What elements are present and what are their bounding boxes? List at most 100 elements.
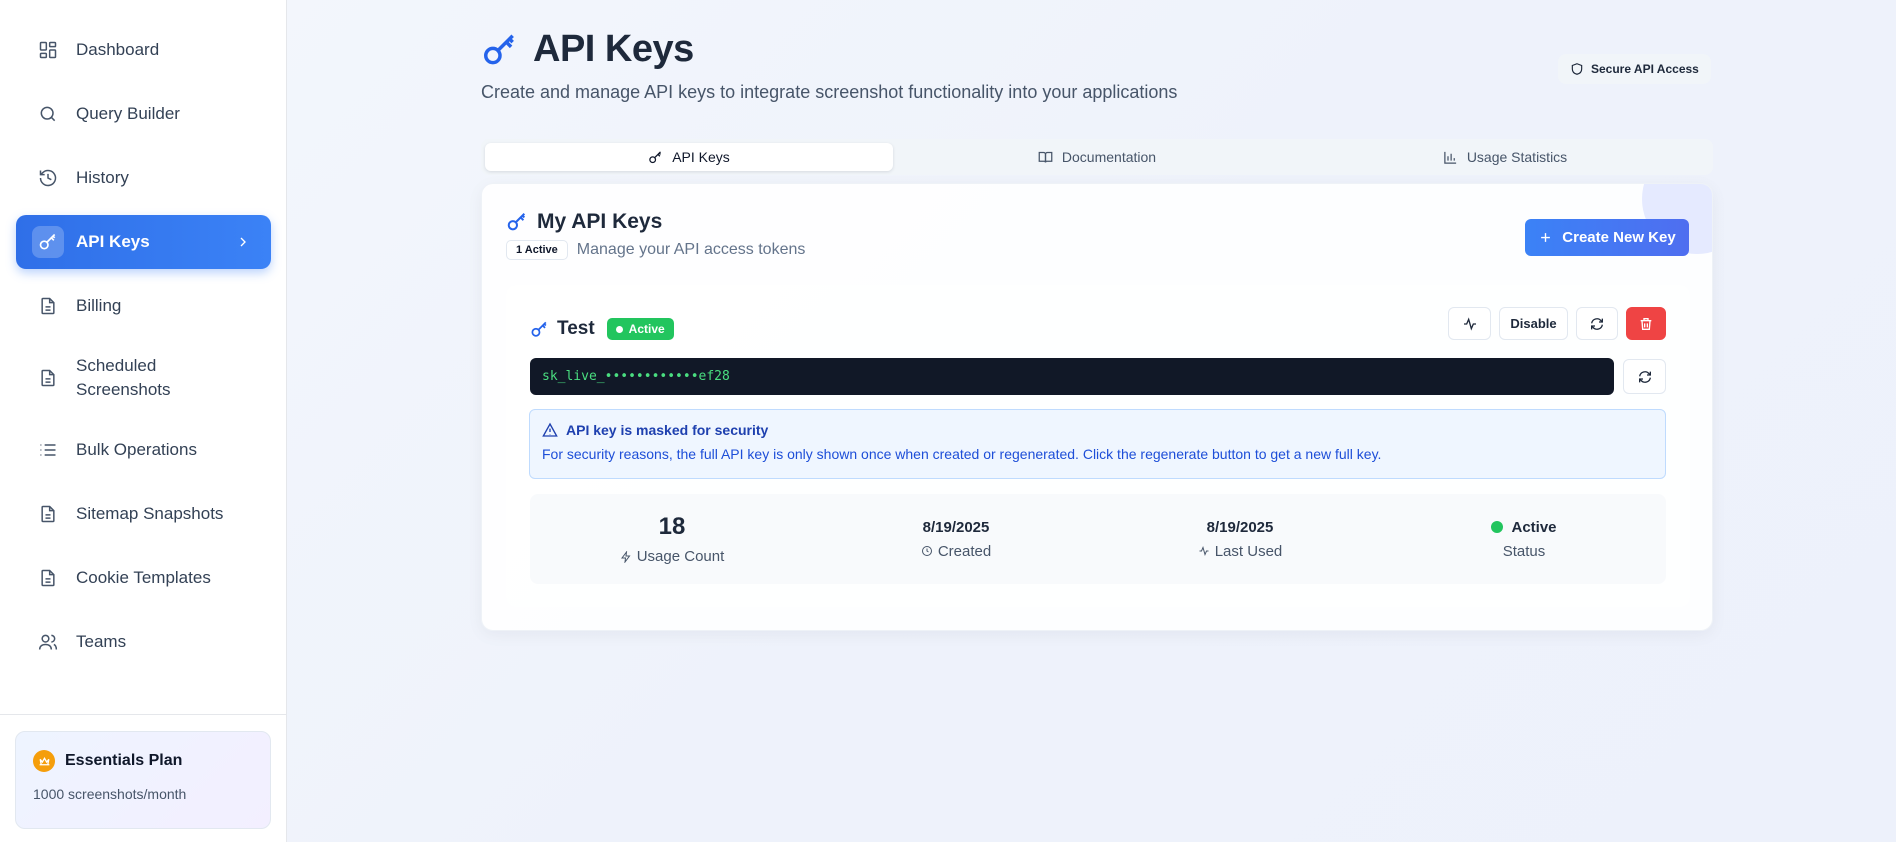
alert-title-text: API key is masked for security — [566, 422, 769, 438]
sidebar-item-scheduled-screenshots[interactable]: Scheduled Screenshots — [16, 346, 271, 410]
delete-key-button[interactable] — [1626, 307, 1666, 340]
sidebar-item-query-builder[interactable]: Query Builder — [16, 87, 271, 141]
plan-card[interactable]: Essentials Plan 1000 screenshots/month — [15, 731, 271, 829]
stat-usage-count: 18 Usage Count — [530, 494, 814, 584]
create-new-key-button[interactable]: Create New Key — [1525, 219, 1689, 256]
api-keys-card: My API Keys 1 Active Manage your API acc… — [481, 183, 1713, 631]
card-title: My API Keys — [537, 210, 663, 233]
sidebar-item-label: API Keys — [76, 232, 150, 251]
plan-quota: 1000 screenshots/month — [33, 786, 187, 802]
stat-last-used: 8/19/2025 Last Used — [1098, 494, 1382, 584]
stat-label-row: Created — [921, 543, 991, 560]
sidebar-item-sitemap-snapshots[interactable]: Sitemap Snapshots — [16, 487, 271, 541]
search-icon — [40, 106, 56, 122]
trash-icon — [1640, 317, 1652, 330]
key-icon — [507, 213, 526, 231]
stat-status: Active Status — [1382, 494, 1666, 584]
stat-label: Status — [1502, 542, 1546, 560]
document-icon — [41, 505, 55, 523]
stat-label: Last Used — [1214, 542, 1283, 560]
stat-value: 8/19/2025 — [1206, 518, 1274, 536]
tab-label: Usage Statistics — [1466, 149, 1568, 165]
users-icon — [38, 634, 58, 650]
key-header: Test Active — [530, 318, 674, 340]
sidebar-item-history[interactable]: History — [16, 151, 271, 205]
key-icon-wrap — [32, 226, 64, 258]
status-badge-label: Active — [628, 322, 665, 336]
status-badge: Active — [606, 318, 674, 340]
card-subtitle: Manage your API access tokens — [576, 241, 806, 258]
warning-icon — [542, 422, 558, 437]
page-header: API Keys — [481, 28, 694, 71]
sidebar-item-dashboard[interactable]: Dashboard — [16, 23, 271, 77]
masked-key-alert: API key is masked for security For secur… — [529, 409, 1666, 479]
sidebar-item-label: Scheduled Screenshots — [76, 356, 171, 399]
api-key-value[interactable]: sk_live_••••••••••••ef28 — [530, 358, 1614, 395]
document-icon — [41, 369, 55, 387]
crown-icon — [33, 750, 55, 772]
refresh-icon — [1638, 370, 1651, 383]
key-stats: 18 Usage Count 8/19/2025 Created 8/19/20… — [530, 494, 1666, 584]
key-icon — [39, 233, 56, 250]
book-icon — [1038, 151, 1053, 163]
status-dot — [615, 325, 623, 333]
sidebar-item-label: Cookie Templates — [76, 568, 211, 587]
page-title: API Keys — [533, 28, 694, 70]
refresh-icon — [1591, 317, 1603, 330]
page-subtitle: Create and manage API keys to integrate … — [481, 82, 1178, 102]
card-header: My API Keys — [506, 210, 662, 234]
stat-created: 8/19/2025 Created — [814, 494, 1098, 584]
sidebar-item-label: Sitemap Snapshots — [76, 504, 224, 523]
secure-api-badge-label: Secure API Access — [1591, 62, 1699, 76]
bar-chart-icon — [1444, 151, 1456, 164]
stat-label-row: Usage Count — [620, 548, 724, 565]
sidebar-item-billing[interactable]: Billing — [16, 279, 271, 333]
create-new-key-label: Create New Key — [1562, 229, 1676, 246]
tab-label: Documentation — [1061, 149, 1157, 165]
disable-button[interactable]: Disable — [1499, 307, 1568, 340]
alert-title: API key is masked for security — [542, 422, 1653, 438]
tab-documentation[interactable]: Documentation — [893, 143, 1301, 171]
tab-usage-statistics[interactable]: Usage Statistics — [1301, 143, 1709, 171]
stat-value: 18 — [658, 513, 686, 540]
rotate-key-button[interactable] — [1576, 307, 1618, 340]
stat-value: Active — [1511, 518, 1557, 536]
document-icon — [41, 569, 55, 587]
stat-label: Created — [937, 542, 992, 560]
alert-body: For security reasons, the full API key i… — [542, 446, 1382, 462]
tab-api-keys[interactable]: API Keys — [485, 143, 893, 171]
sidebar-item-label: Query Builder — [76, 104, 180, 123]
sidebar-item-teams[interactable]: Teams — [16, 615, 271, 669]
list-icon — [40, 444, 56, 456]
activity-button[interactable] — [1448, 307, 1491, 340]
clock-icon — [921, 546, 932, 556]
sidebar-item-cookie-templates[interactable]: Cookie Templates — [16, 551, 271, 605]
activity-icon — [1463, 316, 1476, 331]
plan-name: Essentials Plan — [65, 752, 183, 769]
sidebar-item-label: Dashboard — [76, 40, 160, 59]
tab-label: API Keys — [672, 149, 730, 165]
sidebar-item-label: History — [76, 168, 129, 187]
key-icon — [484, 34, 514, 64]
card-subheader: 1 Active Manage your API access tokens — [506, 240, 805, 260]
api-key-item: Test Active Disable sk_live_••••••••••••… — [506, 285, 1690, 607]
sidebar-divider — [0, 714, 287, 715]
zap-icon — [620, 550, 631, 563]
sidebar-item-label: Teams — [76, 632, 127, 651]
stat-value: 8/19/2025 — [922, 518, 990, 536]
key-icon — [649, 150, 662, 163]
dashboard-icon — [39, 41, 57, 59]
sidebar-item-label: Billing — [76, 296, 122, 315]
key-name: Test — [557, 318, 595, 339]
regenerate-key-button[interactable] — [1623, 359, 1666, 394]
document-icon — [41, 297, 55, 315]
activity-icon — [1199, 546, 1209, 556]
status-dot — [1491, 520, 1504, 533]
shield-icon — [1571, 63, 1583, 75]
sidebar-item-label: Bulk Operations — [76, 440, 197, 459]
sidebar: Dashboard Query Builder History API Keys… — [0, 0, 287, 842]
sidebar-item-api-keys[interactable]: API Keys — [16, 215, 271, 269]
secure-api-badge: Secure API Access — [1558, 54, 1711, 84]
active-count-badge: 1 Active — [506, 240, 568, 260]
sidebar-item-bulk-operations[interactable]: Bulk Operations — [16, 423, 271, 477]
